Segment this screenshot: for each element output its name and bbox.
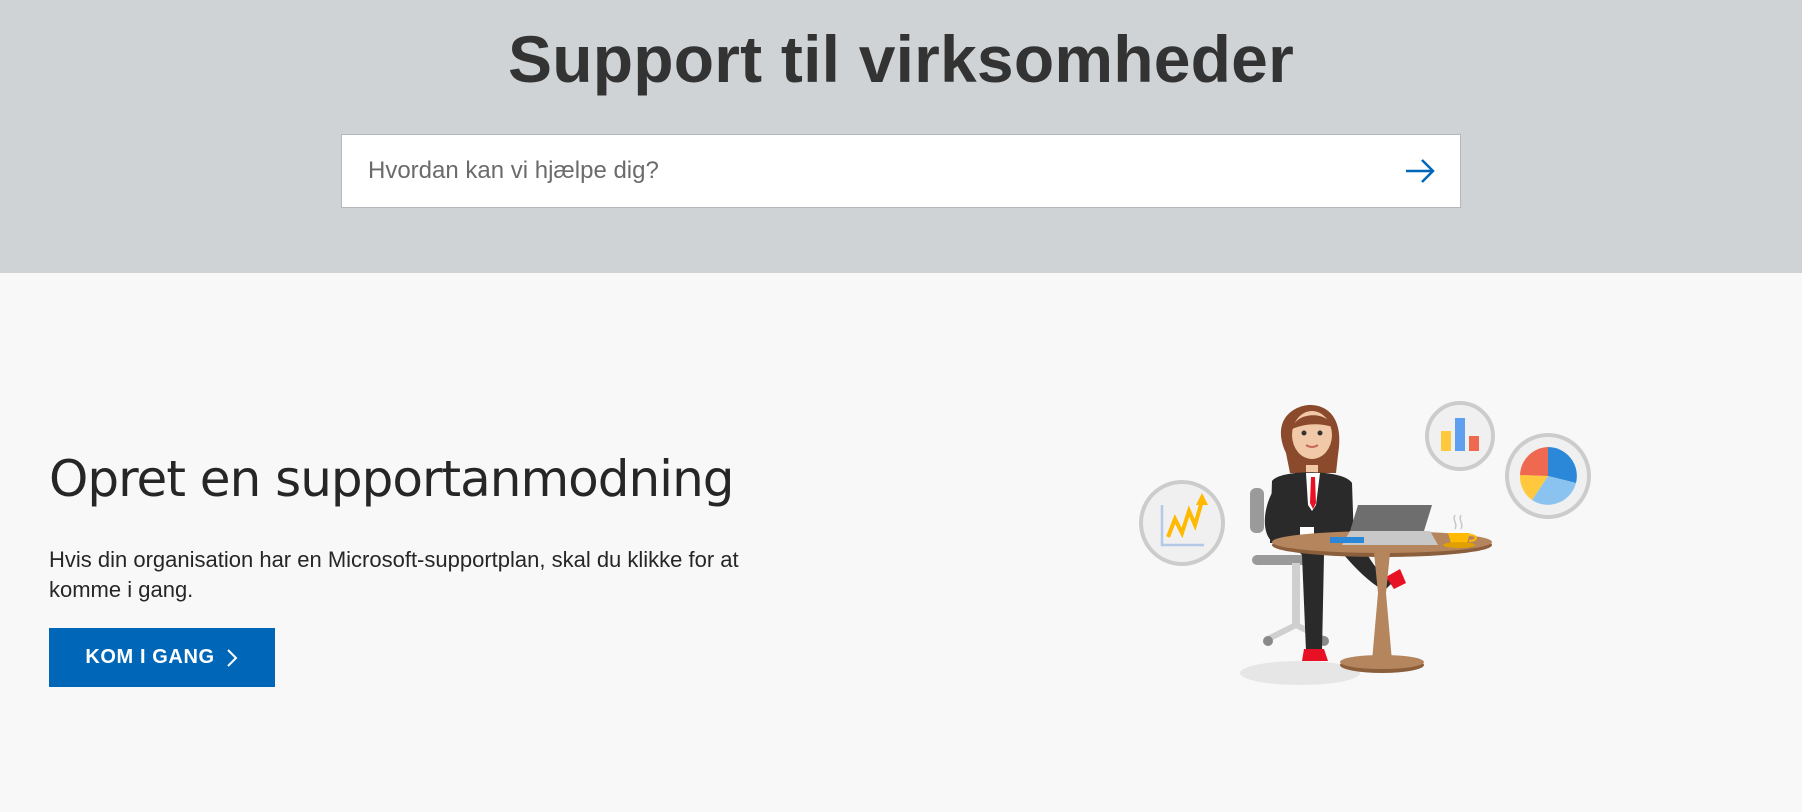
line-chart-bubble-icon: [1139, 480, 1225, 566]
coffee-cup: [1443, 514, 1477, 548]
hero-banner: Support til virksomheder: [0, 0, 1802, 273]
search-input[interactable]: [368, 135, 1368, 207]
pie-chart-bubble-icon: [1505, 433, 1591, 519]
section-description: Hvis din organisation har en Microsoft-s…: [49, 547, 739, 602]
bar-chart-bubble-icon: [1425, 401, 1495, 471]
main-content: Opret en supportanmodning Hvis din organ…: [0, 273, 1802, 812]
chevron-right-icon: [226, 648, 238, 667]
search-submit-button[interactable]: [1398, 149, 1442, 193]
section-title: Opret en supportanmodning: [49, 450, 734, 508]
page-title: Support til virksomheder: [508, 22, 1294, 96]
businesswoman-illustration: [1139, 401, 1591, 685]
get-started-button[interactable]: KOM I GANG: [49, 628, 275, 687]
arrow-right-icon: [1406, 159, 1435, 183]
search-box: [341, 134, 1461, 208]
get-started-label: KOM I GANG: [85, 646, 215, 668]
